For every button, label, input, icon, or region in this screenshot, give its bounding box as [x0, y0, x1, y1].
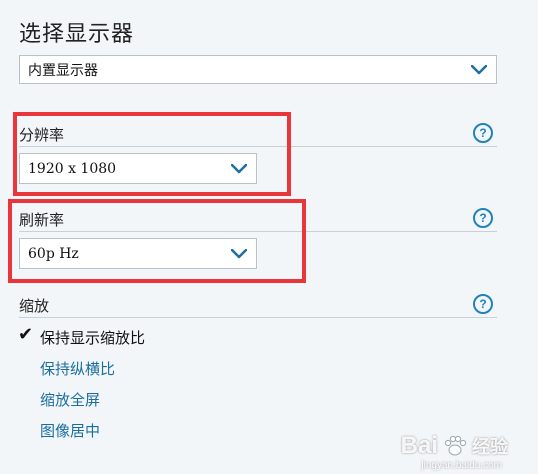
watermark-brand-cn: 经验: [472, 437, 508, 458]
refresh-rate-help-icon[interactable]: ?: [473, 208, 493, 228]
scaling-option-keep-aspect-ratio[interactable]: 保持纵横比: [40, 358, 115, 379]
chevron-down-icon: [468, 59, 490, 81]
scaling-label: 缩放: [19, 297, 50, 315]
display-select-value: 内置显示器: [28, 62, 98, 79]
display-select[interactable]: 内置显示器: [19, 55, 497, 84]
checkmark-icon: ✔: [18, 324, 34, 345]
scaling-help-icon[interactable]: ?: [473, 294, 493, 314]
resolution-help-icon[interactable]: ?: [473, 123, 493, 143]
scaling-divider: [19, 317, 497, 318]
resolution-highlight-box: [13, 112, 291, 196]
watermark-brand: Bai: [400, 432, 438, 459]
watermark-url: jingyan.baidu.com: [421, 460, 502, 471]
page-title: 选择显示器: [19, 22, 135, 47]
paw-icon: [444, 435, 467, 456]
refresh-rate-highlight-box: [8, 199, 306, 283]
scaling-option-keep-display-ratio[interactable]: 保持显示缩放比: [40, 327, 145, 348]
scaling-option-fill-screen[interactable]: 缩放全屏: [40, 389, 100, 410]
baidu-watermark: Bai 经验: [401, 432, 508, 460]
scaling-option-center-image[interactable]: 图像居中: [40, 420, 100, 441]
